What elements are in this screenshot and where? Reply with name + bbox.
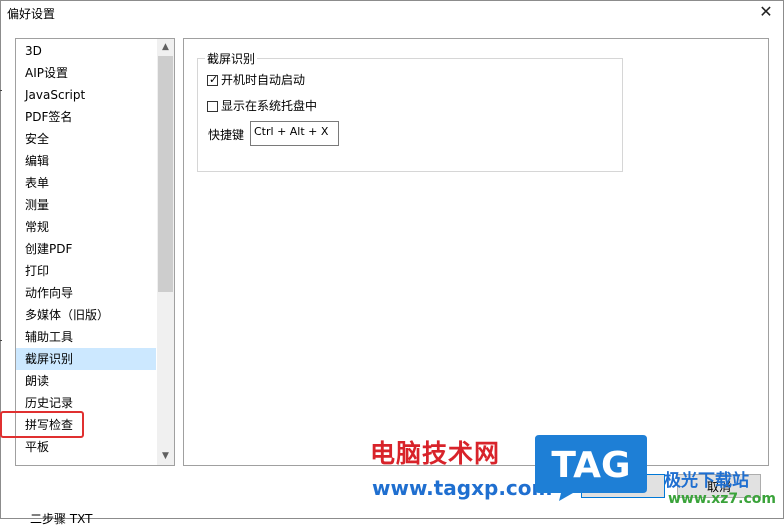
watermark-url: www.tagxp.com — [372, 476, 553, 500]
tray-label: 显示在系统托盘中 — [221, 99, 318, 113]
category-item-javascript[interactable]: JavaScript — [16, 84, 156, 106]
dialog-title: 偏好设置 — [7, 7, 56, 21]
tray-option[interactable]: 显示在系统托盘中 — [207, 98, 317, 114]
category-item-multimedia[interactable]: 多媒体（旧版） — [16, 304, 156, 326]
tray-checkbox[interactable] — [207, 101, 218, 112]
category-item-forms[interactable]: 表单 — [16, 172, 156, 194]
category-item-general[interactable]: 常规 — [16, 216, 156, 238]
category-item-create-pdf[interactable]: 创建PDF — [16, 238, 156, 260]
watermark-text: 电脑技术网 — [370, 439, 501, 468]
tag-logo-text: TAG — [551, 445, 630, 486]
group-title: 截屏识别 — [205, 50, 258, 67]
tag-logo-icon: TAG — [535, 435, 647, 501]
category-item-action-wizard[interactable]: 动作向导 — [16, 282, 156, 304]
close-button[interactable]: ✕ — [755, 1, 777, 23]
startup-option[interactable]: ✓ 开机时自动启动 — [207, 72, 305, 88]
startup-label: 开机时自动启动 — [221, 73, 306, 87]
category-item-aip[interactable]: AIP设置 — [16, 62, 156, 84]
category-item-security[interactable]: 安全 — [16, 128, 156, 150]
scrollbar-thumb[interactable] — [158, 56, 173, 292]
scroll-up-arrow-icon[interactable]: ▲ — [157, 39, 174, 56]
hotkey-label: 快捷键 — [208, 128, 245, 142]
background-window-edge — [0, 90, 2, 91]
hotkey-field[interactable]: Ctrl + Alt + X — [250, 121, 339, 146]
category-item-read-aloud[interactable]: 朗读 — [16, 370, 156, 392]
category-item-edit[interactable]: 编辑 — [16, 150, 156, 172]
category-item-3d[interactable]: 3D — [16, 40, 156, 62]
background-window-edge — [0, 340, 2, 341]
startup-checkbox[interactable]: ✓ — [207, 73, 219, 86]
category-scrollbar[interactable]: ▲ ▼ — [157, 39, 174, 465]
watermark-side-url: www.xz7.com — [668, 491, 776, 507]
category-item-print[interactable]: 打印 — [16, 260, 156, 282]
highlight-box — [0, 411, 84, 438]
category-item-screen-ocr[interactable]: 截屏识别 — [16, 348, 156, 370]
category-item-measure[interactable]: 测量 — [16, 194, 156, 216]
scroll-down-arrow-icon[interactable]: ▼ — [157, 448, 174, 465]
category-list[interactable]: 3D AIP设置 JavaScript PDF签名 安全 编辑 表单 测量 常规… — [15, 38, 175, 466]
category-item-tablet[interactable]: 平板 — [16, 436, 156, 458]
check-icon: ✓ — [209, 73, 219, 86]
category-item-pdf-signature[interactable]: PDF签名 — [16, 106, 156, 128]
title-bar: 偏好设置 ✕ — [0, 0, 782, 26]
category-item-accessibility[interactable]: 辅助工具 — [16, 326, 156, 348]
watermark-side-text: 极光下载站 — [664, 471, 749, 491]
